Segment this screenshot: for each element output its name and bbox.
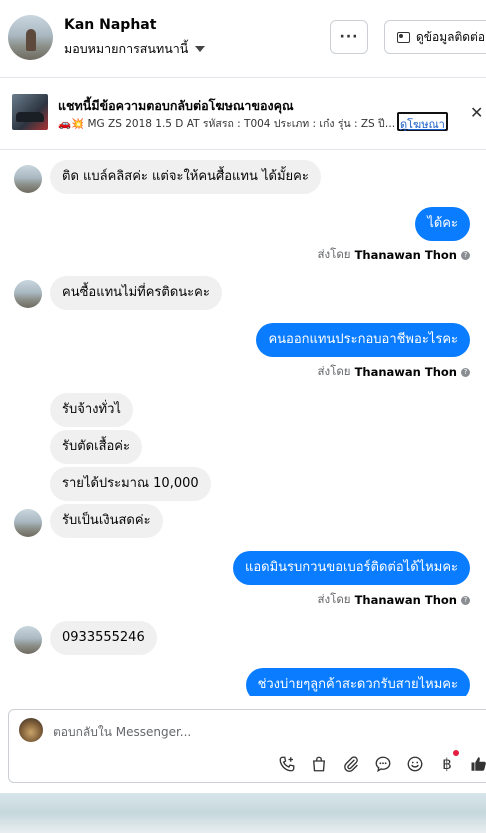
incoming-message: รับตัดเสื้อค่ะ: [50, 430, 142, 464]
saved-reply-icon[interactable]: [373, 754, 393, 774]
incoming-message: ติด แบล์คลิสค่ะ แต่จะให้คนศื้อแทน ได้มั้…: [50, 160, 321, 194]
incoming-message: รายได้ประมาณ 10,000: [50, 467, 211, 501]
incoming-message: 0933555246: [50, 621, 157, 655]
info-icon[interactable]: ?: [461, 595, 470, 605]
assign-conversation-dropdown[interactable]: มอบหมายการสนทนานี้: [64, 39, 206, 59]
ad-thumbnail: [12, 94, 48, 130]
avatar: [14, 509, 42, 537]
ad-banner-title: แชทนี้มีข้อความตอบกลับต่อโฆษณาของคุณ: [58, 98, 294, 113]
sent-by-name: Thanawan Thon: [354, 248, 457, 262]
view-contact-info-button[interactable]: ดูข้อมูลติดต่อ: [384, 20, 486, 54]
incoming-message: รับเป็นเงินสดค่ะ: [50, 504, 163, 538]
ad-banner-description: 🚗💥 MG ZS 2018 1.5 D AT รหัสรถ : T004 ประ…: [58, 118, 396, 130]
background-strip: [0, 793, 486, 833]
reply-composer: ตอบกลับใน Messenger... ฿: [8, 709, 486, 783]
sent-by-prefix: ส่งโดย: [317, 364, 351, 378]
notification-dot: [453, 750, 459, 756]
contact-card-icon: [397, 31, 410, 43]
page-avatar: [19, 718, 43, 742]
outgoing-message: ได้คะ: [415, 207, 470, 241]
caret-down-icon: [195, 46, 206, 52]
outgoing-message: ช่วงบ่ายๆลูกค้าสะดวกรับสายไหมคะ: [245, 668, 470, 696]
attachment-icon[interactable]: [341, 754, 361, 774]
incoming-message: คนซื้อแทนไม่ที่ครติดนะคะ: [50, 276, 222, 310]
outgoing-message: คนออกแทนประกอบอาชีพอะไรคะ: [256, 323, 470, 357]
sent-by-prefix: ส่งโดย: [317, 592, 351, 606]
thumbs-up-icon[interactable]: [469, 754, 486, 774]
contact-name[interactable]: Kan Naphat: [64, 17, 156, 33]
view-ad-link[interactable]: ดูโฆษณา: [397, 112, 448, 131]
sent-by-prefix: ส่งโดย: [317, 247, 351, 261]
more-options-button[interactable]: ···: [330, 20, 368, 54]
composer-toolbar: ฿: [277, 750, 486, 774]
call-icon[interactable]: [277, 754, 297, 774]
outgoing-message: แอดมินรบกวนขอเบอร์ติดต่อได้ไหมคะ: [232, 551, 470, 585]
avatar: [14, 626, 42, 654]
sent-by-label: ส่งโดย Thanawan Thon ?: [318, 246, 470, 264]
sent-by-label: ส่งโดย Thanawan Thon ?: [318, 591, 470, 609]
avatar: [14, 165, 42, 193]
close-icon[interactable]: ✕: [470, 103, 483, 122]
sent-by-label: ส่งโดย Thanawan Thon ?: [318, 363, 470, 381]
avatar: [14, 280, 42, 308]
shopping-bag-icon[interactable]: [309, 754, 329, 774]
assign-conversation-label: มอบหมายการสนทนานี้: [64, 41, 189, 56]
sent-by-name: Thanawan Thon: [354, 365, 457, 379]
info-icon[interactable]: ?: [461, 250, 470, 260]
contact-avatar[interactable]: [8, 15, 53, 60]
message-thread: ติด แบล์คลิสค่ะ แต่จะให้คนศื้อแทน ได้มั้…: [0, 150, 486, 696]
reply-input[interactable]: ตอบกลับใน Messenger...: [53, 723, 191, 742]
emoji-icon[interactable]: [405, 754, 425, 774]
view-contact-info-label: ดูข้อมูลติดต่อ: [416, 29, 486, 44]
baht-payment-icon[interactable]: ฿: [437, 750, 459, 774]
conversation-header: Kan Naphat มอบหมายการสนทนานี้ ··· ดูข้อม…: [0, 0, 486, 78]
sent-by-name: Thanawan Thon: [354, 593, 457, 607]
incoming-message: รับจ้างทั่วไ: [50, 393, 133, 427]
info-icon[interactable]: ?: [461, 367, 470, 377]
